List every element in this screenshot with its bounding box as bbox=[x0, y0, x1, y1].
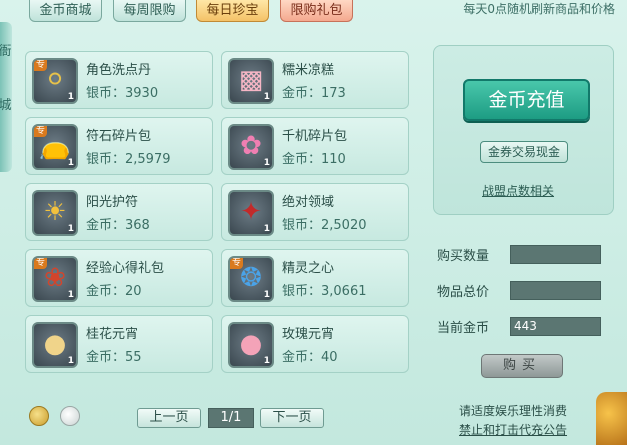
item-name: 绝对领域 bbox=[282, 195, 335, 210]
item-quantity: 1 bbox=[67, 92, 74, 102]
shop-item[interactable]: ● 1 桂花元宵 金币：55 bbox=[25, 315, 213, 373]
shop-item[interactable]: ✦ 1 绝对领域 银币：2,5020 bbox=[221, 183, 409, 241]
buy-button[interactable]: 购买 bbox=[481, 354, 563, 378]
item-quantity: 1 bbox=[67, 290, 74, 300]
buy-qty-label: 购买数量 bbox=[437, 249, 490, 264]
osmanthus-dumpling-icon: ● 1 bbox=[32, 322, 78, 368]
item-quantity: 1 bbox=[263, 356, 270, 366]
item-name: 符石碎片包 bbox=[86, 129, 152, 144]
side-label-2: 城 bbox=[0, 98, 12, 113]
item-quantity: 1 bbox=[67, 158, 74, 168]
mascot-icon bbox=[596, 392, 627, 445]
item-name: 玫瑰元宵 bbox=[282, 327, 335, 342]
item-price: 银币：3930 bbox=[86, 86, 159, 101]
exclusive-tag: 专 bbox=[34, 126, 48, 137]
side-label-1: 衙 bbox=[0, 44, 12, 59]
exclusive-tag: 专 bbox=[230, 258, 244, 269]
item-name: 经验心得礼包 bbox=[86, 261, 165, 276]
item-price: 金币：40 bbox=[282, 350, 338, 365]
rice-cake-icon: ▩ 1 bbox=[228, 58, 274, 104]
tab-daily-treasure[interactable]: 每日珍宝 bbox=[196, 0, 269, 22]
healthy-spending-notice: 请适度娱乐理性消费 bbox=[459, 404, 568, 418]
refresh-notice: 每天0点随机刷新商品和价格 bbox=[463, 2, 615, 16]
item-quantity: 1 bbox=[263, 92, 270, 102]
shop-item[interactable]: ☀ 1 阳光护符 金币：368 bbox=[25, 183, 213, 241]
toggle-icon[interactable] bbox=[60, 406, 80, 426]
page-indicator: 1/1 bbox=[208, 408, 254, 428]
zoom-icon[interactable] bbox=[29, 406, 49, 426]
alliance-points-link[interactable]: 战盟点数相关 bbox=[482, 182, 554, 199]
current-gold-label: 当前金币 bbox=[437, 321, 490, 336]
buy-qty-input[interactable] bbox=[510, 245, 601, 264]
tab-gold-shop[interactable]: 金币商城 bbox=[29, 0, 102, 22]
item-price: 金币：20 bbox=[86, 284, 142, 299]
side-tab-strip[interactable]: 衙 城 bbox=[0, 22, 12, 172]
shop-window: 衙 城 金币商城 每周限购 每日珍宝 限购礼包 每天0点随机刷新商品和价格 ⚪ … bbox=[0, 0, 627, 445]
lotus-pouch-icon: ✿ 1 bbox=[228, 124, 274, 170]
item-quantity: 1 bbox=[263, 158, 270, 168]
item-price: 金币：173 bbox=[282, 86, 346, 101]
recharge-button[interactable]: 金币充值 bbox=[463, 79, 590, 121]
shop-item[interactable]: ❂ 专 1 精灵之心 银币：3,0661 bbox=[221, 249, 409, 307]
next-page-button[interactable]: 下一页 bbox=[260, 408, 324, 428]
shop-item[interactable]: 👝 专 1 符石碎片包 银币：2,5979 bbox=[25, 117, 213, 175]
item-name: 桂花元宵 bbox=[86, 327, 139, 342]
shop-item[interactable]: ⚪ 专 1 角色洗点丹 银币：3930 bbox=[25, 51, 213, 109]
rose-dumpling-icon: ● 1 bbox=[228, 322, 274, 368]
exclusive-tag: 专 bbox=[34, 258, 48, 269]
pill-icon: ⚪ 专 1 bbox=[32, 58, 78, 104]
item-name: 阳光护符 bbox=[86, 195, 139, 210]
item-name: 精灵之心 bbox=[282, 261, 335, 276]
item-price: 银币：2,5979 bbox=[86, 152, 171, 167]
spirit-heart-icon: ❂ 专 1 bbox=[228, 256, 274, 302]
sun-amulet-icon: ☀ 1 bbox=[32, 190, 78, 236]
anti-proxy-recharge-link[interactable]: 禁止和打击代充公告 bbox=[459, 421, 567, 438]
tab-limited-gift[interactable]: 限购礼包 bbox=[280, 0, 353, 22]
item-quantity: 1 bbox=[263, 290, 270, 300]
domain-icon: ✦ 1 bbox=[228, 190, 274, 236]
item-price: 银币：3,0661 bbox=[282, 284, 367, 299]
item-name: 角色洗点丹 bbox=[86, 63, 152, 78]
prev-page-button[interactable]: 上一页 bbox=[137, 408, 201, 428]
shop-item[interactable]: ● 1 玫瑰元宵 金币：40 bbox=[221, 315, 409, 373]
item-price: 银币：2,5020 bbox=[282, 218, 367, 233]
item-quantity: 1 bbox=[67, 356, 74, 366]
item-name: 千机碎片包 bbox=[282, 129, 348, 144]
item-name: 糯米凉糕 bbox=[282, 63, 335, 78]
rune-pouch-icon: 👝 专 1 bbox=[32, 124, 78, 170]
exchange-button[interactable]: 金券交易现金 bbox=[480, 141, 568, 163]
tab-weekly-limit[interactable]: 每周限购 bbox=[113, 0, 186, 22]
item-price: 金币：55 bbox=[86, 350, 142, 365]
total-price-label: 物品总价 bbox=[437, 285, 490, 300]
total-price-value bbox=[510, 281, 601, 300]
shop-item[interactable]: ❀ 专 1 经验心得礼包 金币：20 bbox=[25, 249, 213, 307]
item-price: 金币：368 bbox=[86, 218, 150, 233]
current-gold-value: 443 bbox=[510, 317, 601, 336]
exp-pouch-icon: ❀ 专 1 bbox=[32, 256, 78, 302]
item-quantity: 1 bbox=[67, 224, 74, 234]
shop-item[interactable]: ✿ 1 千机碎片包 金币：110 bbox=[221, 117, 409, 175]
exclusive-tag: 专 bbox=[34, 60, 48, 71]
item-price: 金币：110 bbox=[282, 152, 346, 167]
item-quantity: 1 bbox=[263, 224, 270, 234]
shop-item[interactable]: ▩ 1 糯米凉糕 金币：173 bbox=[221, 51, 409, 109]
